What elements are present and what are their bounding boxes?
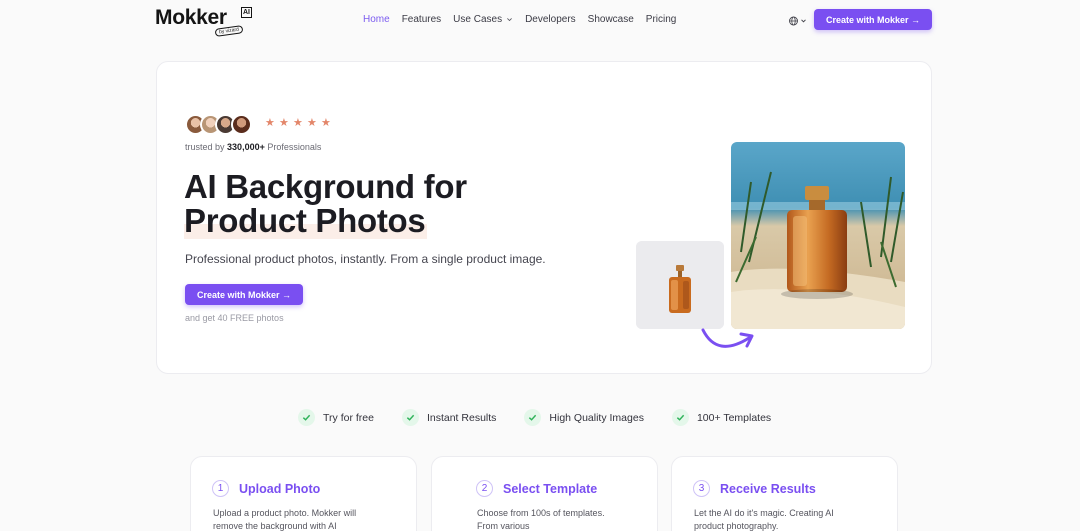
nav-item-features[interactable]: Features (402, 14, 441, 25)
free-photos-note: and get 40 FREE photos (185, 313, 284, 323)
step-number: 1 (212, 480, 229, 497)
perfume-bottle-image (636, 241, 724, 329)
feature-label: 100+ Templates (696, 411, 772, 424)
star-icon: ★ (321, 117, 331, 129)
step-description: Let the AI do it's magic. Creating AI pr… (694, 508, 834, 531)
trusted-count: 330,000+ (227, 142, 265, 152)
hero-subtitle: Professional product photos, instantly. … (185, 252, 546, 266)
star-icon: ★ (265, 117, 275, 129)
step-number: 3 (693, 480, 710, 497)
feature-item: Instant Results (401, 409, 497, 426)
nav-item-use-cases[interactable]: Use Cases (453, 14, 513, 25)
step-title: Upload Photo (239, 482, 321, 496)
logo-ai-badge: AI (241, 7, 252, 18)
create-with-mokker-button[interactable]: Create with Mokker → (814, 9, 932, 30)
logo-wordmark: Mokker (155, 6, 227, 29)
trusted-by-text: trusted by 330,000+ Professionals (185, 142, 321, 152)
headline-line-1: AI Background for (184, 168, 467, 205)
feature-item: Try for free (298, 409, 374, 426)
trusted-suffix: Professionals (267, 142, 322, 152)
input-product-image (636, 241, 724, 329)
step-card-template: 2 Select Template Choose from 100s of te… (431, 456, 658, 531)
check-icon (298, 409, 315, 426)
hero-headline: AI Background for Product Photos (184, 168, 467, 239)
nav-links: Home Features Use Cases Developers Showc… (363, 14, 676, 25)
step-description: Choose from 100s of templates. From vari… (477, 508, 605, 531)
feature-label: High Quality Images (549, 411, 644, 424)
logo[interactable]: Mokker AI by vizard (155, 6, 255, 37)
star-icon: ★ (307, 117, 317, 129)
star-icon: ★ (279, 117, 289, 129)
nav-item-use-cases-label: Use Cases (453, 14, 503, 25)
avatar-group (185, 114, 265, 136)
check-icon (671, 409, 689, 426)
nav-item-showcase[interactable]: Showcase (588, 14, 634, 25)
avatar (231, 114, 252, 135)
nav-item-home[interactable]: Home (363, 14, 390, 25)
rating-stars: ★ ★ ★ ★ ★ (265, 117, 331, 129)
headline-line-2: Product Photos (184, 202, 428, 239)
language-selector[interactable] (788, 14, 810, 26)
curved-arrow-icon (701, 328, 754, 348)
chevron-down-icon (507, 18, 512, 22)
star-icon: ★ (293, 117, 303, 129)
generated-product-image (731, 142, 905, 329)
step-title: Receive Results (720, 482, 816, 496)
hero-create-button[interactable]: Create with Mokker → (185, 284, 303, 305)
feature-item: High Quality Images (524, 409, 644, 426)
top-nav: Mokker AI by vizard Home Features Use Ca… (0, 0, 1080, 40)
feature-list: Try for free Instant Results High Qualit… (298, 409, 799, 426)
check-icon (401, 409, 419, 426)
feature-label: Instant Results (426, 411, 497, 424)
trusted-prefix: trusted by (185, 142, 225, 152)
check-icon (524, 409, 542, 426)
nav-item-developers[interactable]: Developers (525, 14, 576, 25)
nav-item-pricing[interactable]: Pricing (646, 14, 677, 25)
feature-item: 100+ Templates (671, 409, 772, 426)
step-card-results: 3 Receive Results Let the AI do it's mag… (671, 456, 898, 531)
step-title: Select Template (503, 482, 598, 496)
step-description: Upload a product photo. Mokker will remo… (213, 508, 357, 531)
perfume-beach-scene (731, 142, 905, 329)
step-number: 2 (476, 480, 493, 497)
feature-label: Try for free (323, 411, 374, 424)
step-card-upload: 1 Upload Photo Upload a product photo. M… (190, 456, 417, 531)
globe-icon (789, 16, 806, 26)
hero-card: ★ ★ ★ ★ ★ trusted by 330,000+ Professionals … (156, 61, 932, 374)
